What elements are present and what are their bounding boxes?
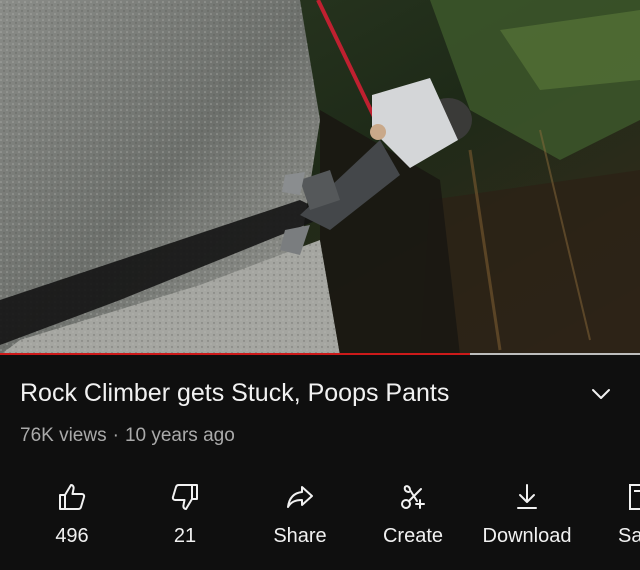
download-button[interactable]: Download — [472, 475, 582, 555]
thumbs-down-icon — [171, 484, 198, 510]
create-label: Create — [382, 525, 444, 547]
upload-age: 10 years ago — [124, 425, 235, 446]
view-count: 76K views — [20, 425, 107, 446]
video-progress-bar[interactable] — [0, 353, 640, 355]
dislike-button[interactable]: 21 — [130, 475, 240, 555]
video-title[interactable]: Rock Climber gets Stuck, Poops Pants — [20, 379, 580, 408]
action-bar: 496 21 Share Create Download Sa — [0, 475, 640, 555]
like-count: 496 — [55, 525, 89, 547]
save-label: Sa — [618, 525, 640, 547]
download-icon — [517, 484, 537, 509]
like-button[interactable]: 496 — [17, 475, 127, 555]
video-progress-played — [0, 353, 471, 355]
video-info-panel: Rock Climber gets Stuck, Poops Pants 76K… — [0, 357, 640, 570]
video-metadata[interactable]: 76K views · 10 years ago — [20, 425, 235, 447]
save-button[interactable]: Sa — [584, 475, 640, 555]
dislike-count: 21 — [173, 525, 197, 547]
sparkle-scissors-icon — [401, 485, 425, 509]
thumbs-up-icon — [59, 484, 86, 510]
video-frame — [0, 0, 640, 355]
share-label: Share — [273, 525, 327, 547]
chevron-down-icon[interactable] — [588, 381, 614, 407]
share-button[interactable]: Share — [245, 475, 355, 555]
video-player[interactable] — [0, 0, 640, 355]
share-arrow-icon — [287, 486, 313, 508]
meta-separator: · — [112, 425, 119, 446]
save-playlist-icon — [629, 484, 640, 510]
download-label: Download — [482, 525, 572, 547]
create-button[interactable]: Create — [358, 475, 468, 555]
